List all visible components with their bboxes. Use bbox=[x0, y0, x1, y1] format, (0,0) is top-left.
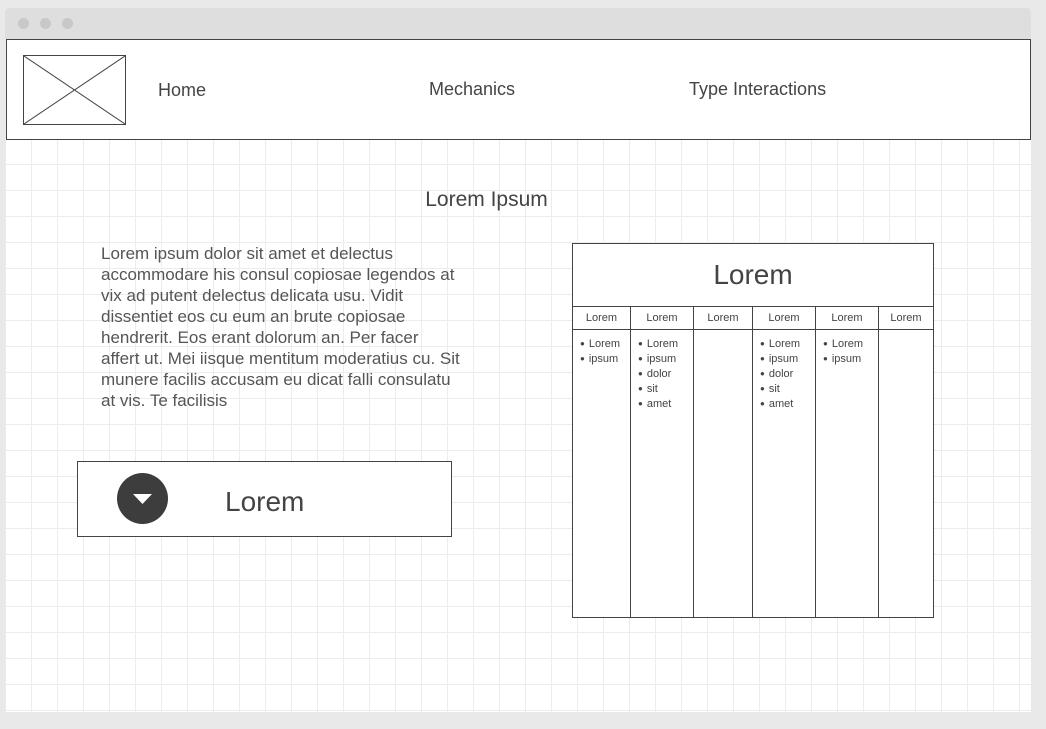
column-list: Lorem ipsum dolor sit amet bbox=[631, 330, 693, 412]
list-item: amet bbox=[760, 397, 815, 412]
nav-link-home[interactable]: Home bbox=[158, 80, 206, 101]
body-paragraph: Lorem ipsum dolor sit amet et delectus a… bbox=[101, 244, 460, 410]
image-placeholder-icon bbox=[24, 56, 125, 124]
column-header: Lorem bbox=[816, 307, 878, 330]
list-item: Lorem bbox=[823, 337, 878, 352]
navbar: Home Mechanics Type Interactions bbox=[6, 39, 1031, 140]
dropdown-button[interactable] bbox=[117, 473, 168, 524]
table-column: Lorem Lorem ipsum bbox=[573, 307, 630, 617]
table-column: Lorem Lorem ipsum dolor sit amet bbox=[752, 307, 815, 617]
table-column: Lorem bbox=[693, 307, 752, 617]
dropdown[interactable]: Lorem bbox=[77, 461, 452, 537]
list-item: dolor bbox=[760, 367, 815, 382]
list-item: sit bbox=[760, 382, 815, 397]
list-item: ipsum bbox=[580, 352, 630, 367]
column-header: Lorem bbox=[753, 307, 815, 330]
list-item: sit bbox=[638, 382, 693, 397]
list-item: Lorem bbox=[580, 337, 630, 352]
column-list: Lorem ipsum bbox=[816, 330, 878, 367]
column-header: Lorem bbox=[573, 307, 630, 330]
window-dot bbox=[40, 18, 51, 29]
window-dot bbox=[62, 18, 73, 29]
table-title: Lorem bbox=[573, 244, 933, 307]
dropdown-label: Lorem bbox=[225, 486, 305, 517]
list-item: amet bbox=[638, 397, 693, 412]
browser-window: Home Mechanics Type Interactions Lorem I… bbox=[5, 8, 1031, 712]
section-title: Lorem Ipsum bbox=[425, 188, 548, 211]
table-column: Lorem bbox=[878, 307, 933, 617]
data-table: Lorem Lorem Lorem ipsum Lorem Lorem ipsu… bbox=[572, 243, 934, 618]
list-item: Lorem bbox=[760, 337, 815, 352]
table-column: Lorem Lorem ipsum dolor sit amet bbox=[630, 307, 693, 617]
column-header: Lorem bbox=[694, 307, 752, 330]
nav-link-type-interactions[interactable]: Type Interactions bbox=[689, 79, 826, 100]
list-item: ipsum bbox=[638, 352, 693, 367]
column-header: Lorem bbox=[631, 307, 693, 330]
table-column: Lorem Lorem ipsum bbox=[815, 307, 878, 617]
window-dot bbox=[18, 18, 29, 29]
logo-placeholder[interactable] bbox=[23, 55, 126, 125]
nav-link-mechanics[interactable]: Mechanics bbox=[429, 79, 515, 100]
column-list: Lorem ipsum dolor sit amet bbox=[753, 330, 815, 412]
list-item: Lorem bbox=[638, 337, 693, 352]
list-item: ipsum bbox=[760, 352, 815, 367]
column-list: Lorem ipsum bbox=[573, 330, 630, 367]
caret-down-icon bbox=[133, 494, 152, 504]
column-header: Lorem bbox=[879, 307, 933, 330]
window-titlebar bbox=[5, 8, 1031, 39]
list-item: ipsum bbox=[823, 352, 878, 367]
list-item: dolor bbox=[638, 367, 693, 382]
